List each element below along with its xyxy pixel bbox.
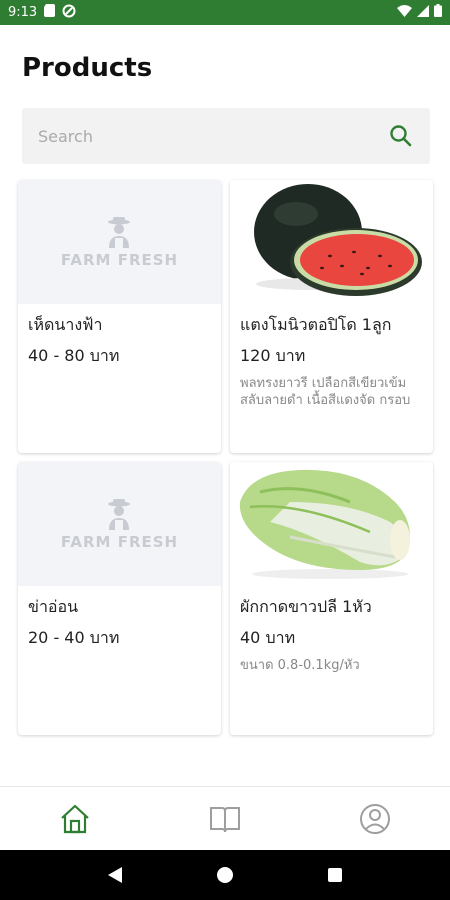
status-time: 9:13 bbox=[8, 5, 38, 20]
napa-cabbage-image bbox=[230, 462, 433, 586]
watermelon-image bbox=[230, 180, 433, 304]
farm-fresh-logo: FARM FRESH bbox=[61, 216, 178, 269]
product-image-placeholder: FARM FRESH bbox=[18, 462, 221, 586]
battery-icon bbox=[434, 4, 442, 21]
farmer-icon bbox=[108, 498, 131, 530]
book-icon[interactable] bbox=[208, 802, 242, 836]
search-input[interactable] bbox=[38, 126, 388, 146]
product-card[interactable]: แตงโมนิวตอปิโด 1ลูก 120 บาท พลทรงยาวรี เ… bbox=[230, 180, 433, 453]
product-card[interactable]: FARM FRESH เห็ดนางฟ้า 40 - 80 บาท bbox=[18, 180, 221, 453]
product-card[interactable]: FARM FRESH ข่าอ่อน 20 - 40 บาท bbox=[18, 462, 221, 735]
farm-fresh-text: FARM FRESH bbox=[60, 250, 179, 269]
product-price: 40 บาท bbox=[240, 628, 296, 647]
product-name: แตงโมนิวตอปิโด 1ลูก bbox=[240, 315, 392, 334]
product-image-placeholder: FARM FRESH bbox=[18, 180, 221, 304]
system-navigation-bar bbox=[0, 850, 450, 900]
product-description: พลทรงยาวรี เปลือกสีเขียวเข้ม สลับลายดำ เ… bbox=[240, 376, 411, 408]
profile-icon[interactable] bbox=[358, 802, 392, 836]
farmer-icon bbox=[108, 216, 131, 248]
farm-fresh-logo: FARM FRESH bbox=[61, 498, 178, 551]
sd-card-icon bbox=[44, 4, 56, 21]
farm-fresh-text: FARM FRESH bbox=[60, 532, 179, 551]
home-icon[interactable] bbox=[58, 802, 92, 836]
wifi-icon bbox=[397, 4, 412, 21]
nav-profile[interactable] bbox=[300, 787, 450, 850]
bottom-navigation bbox=[0, 786, 450, 850]
product-grid: FARM FRESH เห็ดนางฟ้า 40 - 80 บาท แตงโมน… bbox=[18, 180, 434, 735]
signal-icon bbox=[417, 4, 429, 21]
home-circle-icon[interactable] bbox=[205, 855, 245, 895]
nav-home[interactable] bbox=[0, 787, 150, 850]
product-price: 40 - 80 บาท bbox=[28, 346, 120, 365]
recents-icon[interactable] bbox=[315, 855, 355, 895]
back-icon[interactable] bbox=[95, 855, 135, 895]
product-name: ข่าอ่อน bbox=[28, 597, 79, 616]
product-description: ขนาด 0.8-0.1kg/หัว bbox=[240, 658, 360, 673]
page-title: Products bbox=[22, 53, 153, 83]
search-bar[interactable] bbox=[22, 108, 430, 164]
product-price: 20 - 40 บาท bbox=[28, 628, 120, 647]
status-bar: 9:13 bbox=[0, 0, 450, 25]
product-name: ผักกาดขาวปลี 1หัว bbox=[240, 597, 372, 616]
data-saver-icon bbox=[62, 4, 76, 22]
product-name: เห็ดนางฟ้า bbox=[28, 315, 103, 334]
nav-book[interactable] bbox=[150, 787, 300, 850]
product-card[interactable]: ผักกาดขาวปลี 1หัว 40 บาท ขนาด 0.8-0.1kg/… bbox=[230, 462, 433, 735]
product-price: 120 บาท bbox=[240, 346, 306, 365]
search-icon[interactable] bbox=[388, 123, 414, 149]
